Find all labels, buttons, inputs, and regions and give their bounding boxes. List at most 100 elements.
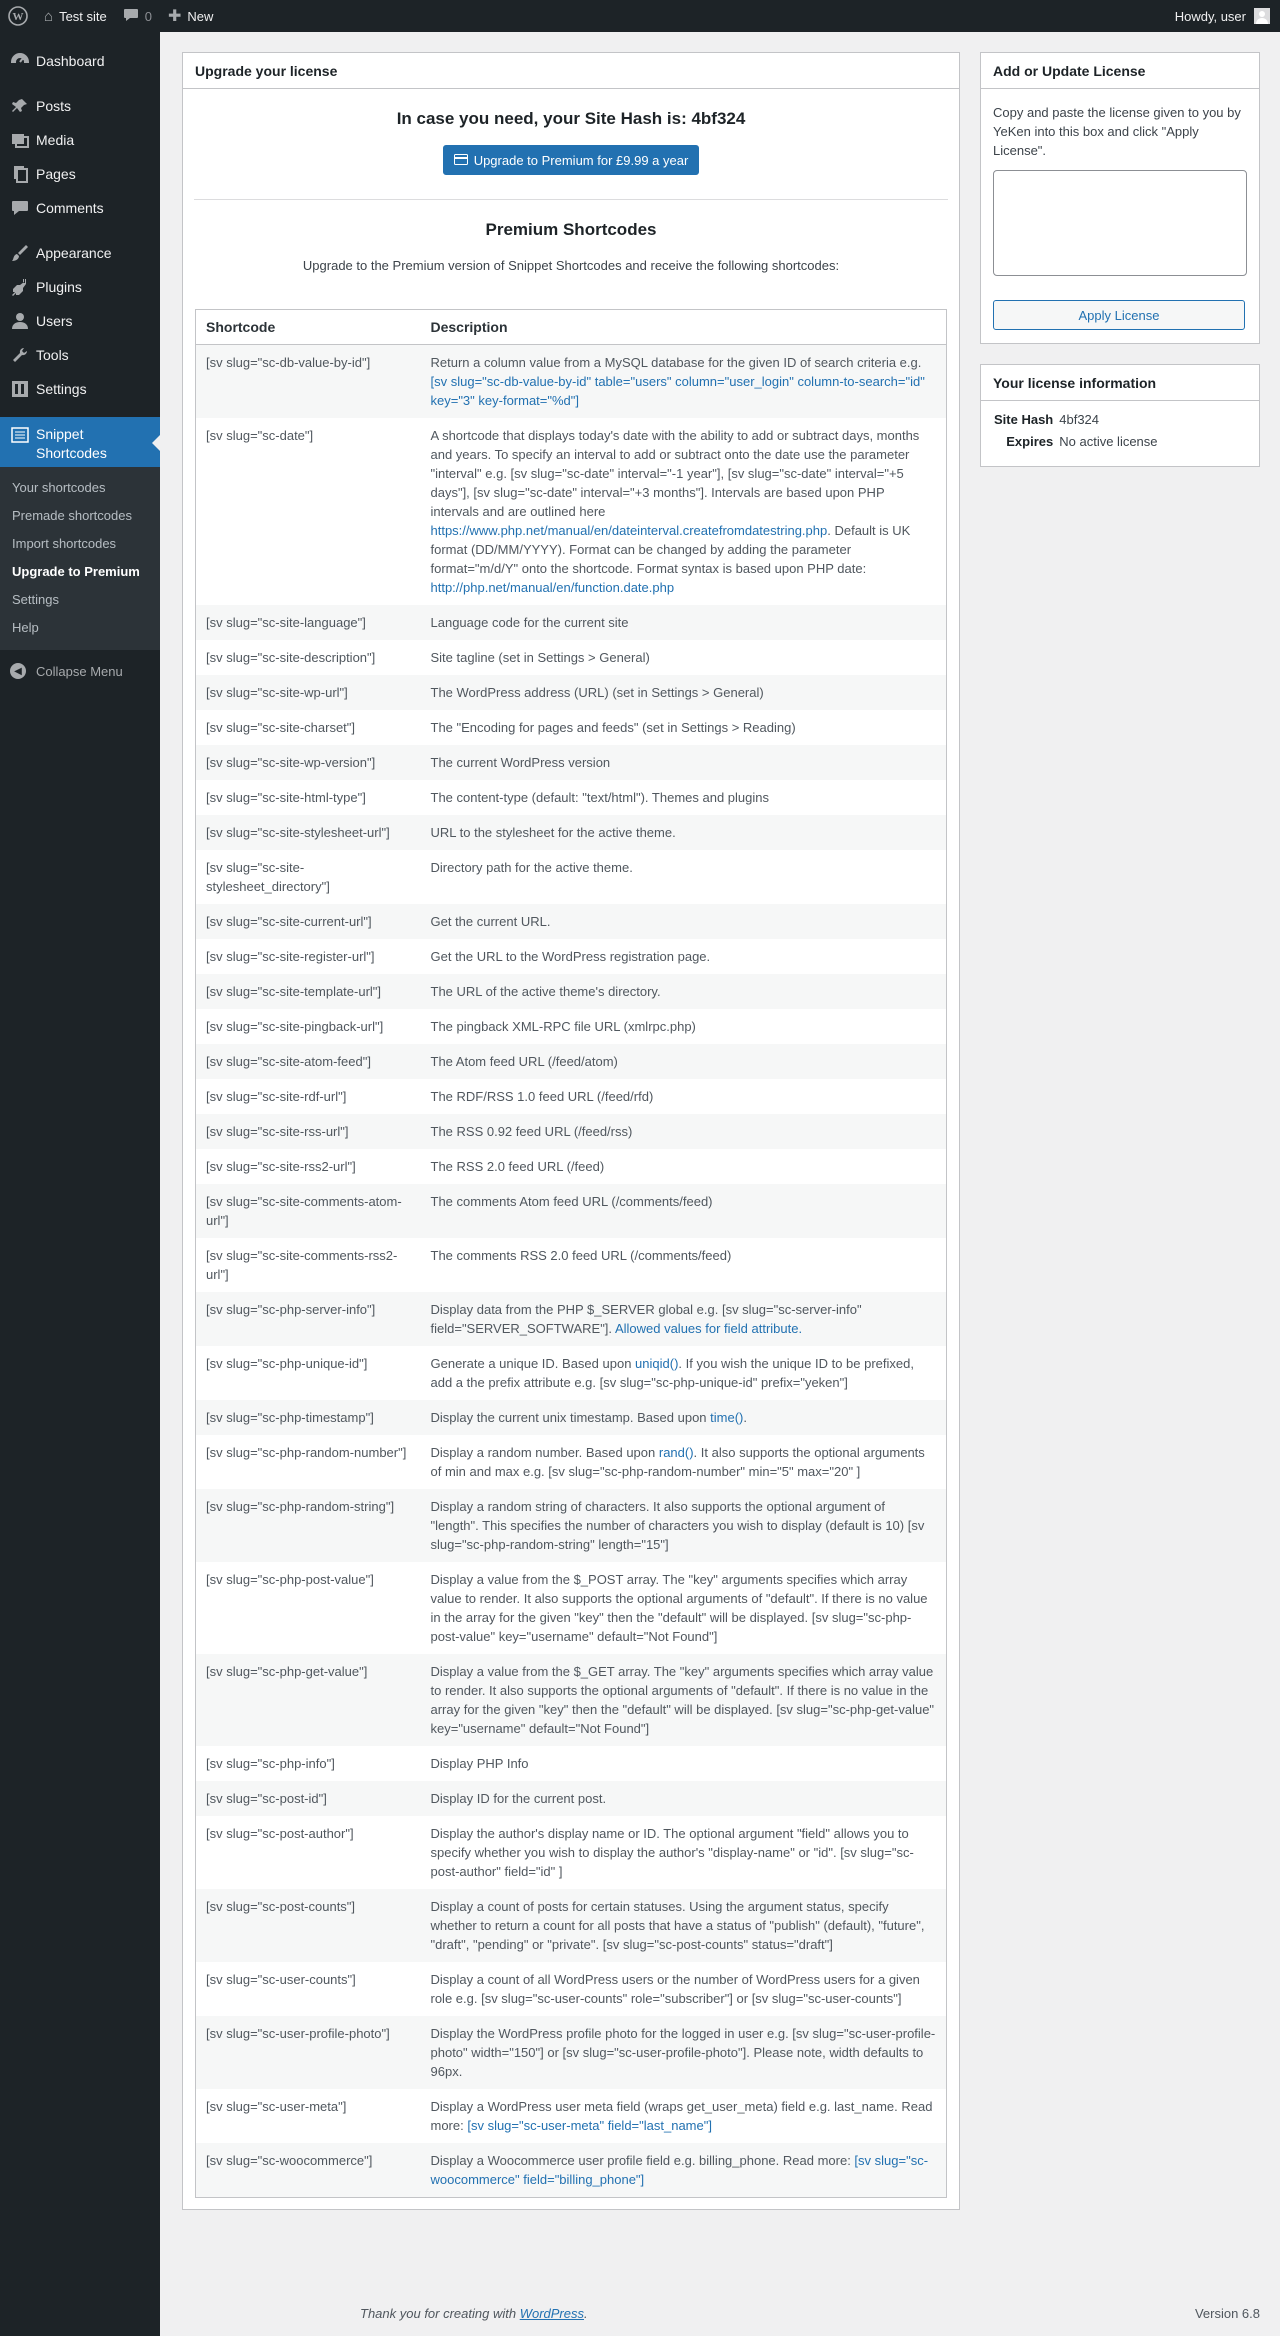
table-row: [sv slug="sc-site-language"] Language cod… [195,605,947,640]
sidebar-item-label: Settings [36,381,87,397]
premium-shortcodes-table: Shortcode Description [sv slug="sc-db-va… [195,309,947,2198]
brush-icon [10,243,30,263]
upgrade-premium-label: Upgrade to Premium for £9.99 a year [473,152,689,168]
shortcode-cell: [sv slug="sc-site-stylesheet-url"] [206,825,390,840]
license-info-row: Expires No active license [991,431,1161,453]
description-cell: The pingback XML-RPC file URL (xmlrpc.ph… [421,1009,947,1044]
submenu-upgrade-to-premium[interactable]: Upgrade to Premium [0,558,160,586]
table-row: [sv slug="sc-site-description"] Site tagl… [196,640,947,675]
sidebar-item-tools[interactable]: Tools [0,338,160,372]
description-text: The WordPress address (URL) (set in Sett… [430,685,764,700]
description-text: Display a count of all WordPress users o… [430,1972,920,2006]
new-content-link[interactable]: ✚ New [160,0,221,32]
shortcode-cell: [sv slug="sc-php-random-string"] [206,1499,395,1514]
shortcode-cell: [sv slug="sc-post-counts"] [206,1899,356,1914]
comments-link[interactable]: 0 [115,0,160,32]
description-cell: Get the URL to the WordPress registratio… [421,939,947,974]
sidebar-item-users[interactable]: Users [0,304,160,338]
description-cell: Display a value from the $_GET array. Th… [421,1654,947,1746]
snippet-label-line1: Snippet [36,426,84,442]
sidebar-item-dashboard[interactable]: Dashboard [0,44,160,78]
description-link[interactable]: Allowed values for field attribute. [615,1321,802,1336]
plus-icon: ✚ [167,8,182,25]
description-text: The comments Atom feed URL (/comments/fe… [430,1194,713,1209]
dashboard-icon [10,51,30,71]
sidebar-item-appearance[interactable]: Appearance [0,236,160,270]
description-cell: The content-type (default: "text/html").… [421,780,947,815]
table-row: [sv slug="sc-site-register-url"] Get the … [196,939,947,974]
table-row: [sv slug="sc-php-info"] Display PHP Info [196,1746,947,1781]
shortcode-cell: [sv slug="sc-post-id"] [206,1791,327,1806]
description-cell: The RDF/RSS 1.0 feed URL (/feed/rfd) [421,1079,947,1114]
table-row: [sv slug="sc-php-random-number"] Display … [196,1435,947,1489]
submenu-settings[interactable]: Settings [0,586,160,614]
description-link[interactable]: time() [710,1410,743,1425]
sidebar-item-pages[interactable]: Pages [0,157,160,191]
description-link[interactable]: [sv slug="sc-user-meta" field="last_name… [467,2118,712,2133]
shortcode-cell: [sv slug="sc-woocommerce"] [206,2153,373,2168]
sidebar-item-snippet-shortcodes[interactable]: Snippet Shortcodes [0,417,160,467]
description-text: Display a Woocommerce user profile field… [430,2153,855,2168]
sidebar-item-media[interactable]: Media [0,123,160,157]
upgrade-premium-button[interactable]: Upgrade to Premium for £9.99 a year [442,145,700,175]
shortcode-cell: [sv slug="sc-site-register-url"] [206,949,375,964]
table-header-row: Shortcode Description [195,309,947,345]
collapse-menu-button[interactable]: ◀ Collapse Menu [0,654,160,688]
description-cell: Display ID for the current post. [421,1781,947,1816]
description-cell: The URL of the active theme's directory. [421,974,947,1009]
description-cell: A shortcode that displays today's date w… [421,418,947,605]
avatar [1254,8,1270,24]
submenu-premade-shortcodes[interactable]: Premade shortcodes [0,502,160,530]
expires-label: Expires [1006,434,1054,449]
license-info-box: Your license information Site Hash 4bf32… [980,364,1260,467]
description-cell: Display a Woocommerce user profile field… [421,2143,947,2198]
shortcode-cell: [sv slug="sc-php-get-value"] [206,1664,368,1679]
description-link[interactable]: uniqid() [635,1356,678,1371]
table-row: [sv slug="sc-php-timestamp"] Display the … [195,1400,947,1435]
description-link[interactable]: rand() [659,1445,694,1460]
wordpress-logo-icon[interactable]: W [0,0,36,32]
description-cell: The comments Atom feed URL (/comments/fe… [421,1184,947,1238]
description-cell: The WordPress address (URL) (set in Sett… [421,675,947,710]
description-cell: Display a value from the $_POST array. T… [421,1562,947,1654]
description-cell: Return a column value from a MySQL datab… [421,345,947,419]
sidebar-item-comments[interactable]: Comments [0,191,160,225]
description-link[interactable]: https://www.php.net/manual/en/dateinterv… [431,523,828,538]
description-text: The pingback XML-RPC file URL (xmlrpc.ph… [430,1019,696,1034]
license-textarea[interactable] [993,170,1247,276]
description-cell: Display data from the PHP $_SERVER globa… [421,1292,947,1346]
wordpress-link[interactable]: WordPress [520,2306,584,2321]
shortcode-cell: [sv slug="sc-site-comments-atom-url"] [206,1194,402,1228]
comment-icon [10,198,30,218]
site-name-link[interactable]: ⌂ Test site [36,0,115,32]
description-text: The RDF/RSS 1.0 feed URL (/feed/rfd) [430,1089,654,1104]
description-cell: Display the author's display name or ID.… [421,1816,947,1889]
footer-thanks-prefix: Thank you for creating with [360,2306,520,2321]
shortcode-cell: [sv slug="sc-date"] [206,428,314,443]
description-cell: Directory path for the active theme. [421,850,947,904]
shortcode-cell: [sv slug="sc-user-profile-photo"] [206,2026,390,2041]
submenu-import-shortcodes[interactable]: Import shortcodes [0,530,160,558]
footer-version: Version 6.8 [1194,2306,1260,2321]
table-row: [sv slug="sc-site-rdf-url"] The RDF/RSS 1… [196,1079,947,1114]
expires-value: No active license [1059,434,1158,449]
sidebar-item-label: Appearance [36,245,112,261]
table-row: [sv slug="sc-post-counts"] Display a coun… [195,1889,947,1962]
submenu-your-shortcodes[interactable]: Your shortcodes [0,474,160,502]
sidebar-item-posts[interactable]: Posts [0,89,160,123]
description-cell: Display the current unix timestamp. Base… [421,1400,947,1435]
description-text: Get the URL to the WordPress registratio… [430,949,711,964]
description-link[interactable]: http://php.net/manual/en/function.date.p… [431,580,675,595]
description-link[interactable]: [sv slug="sc-db-value-by-id" table="user… [431,374,925,408]
submenu-help[interactable]: Help [0,614,160,642]
sidebar-item-plugins[interactable]: Plugins [0,270,160,304]
footer-thanks: Thank you for creating with WordPress. [360,2306,588,2321]
shortcode-cell: [sv slug="sc-site-charset"] [206,720,356,735]
apply-license-button[interactable]: Apply License [993,300,1245,330]
my-account[interactable]: Howdy, user [1175,8,1280,24]
snippet-label-line2: Shortcodes [36,445,107,461]
description-text: Display the WordPress profile photo for … [430,2026,936,2079]
description-text: Display a value from the $_GET array. Th… [430,1664,935,1736]
sidebar-item-label: Pages [36,166,76,182]
sidebar-item-settings[interactable]: Settings [0,372,160,406]
